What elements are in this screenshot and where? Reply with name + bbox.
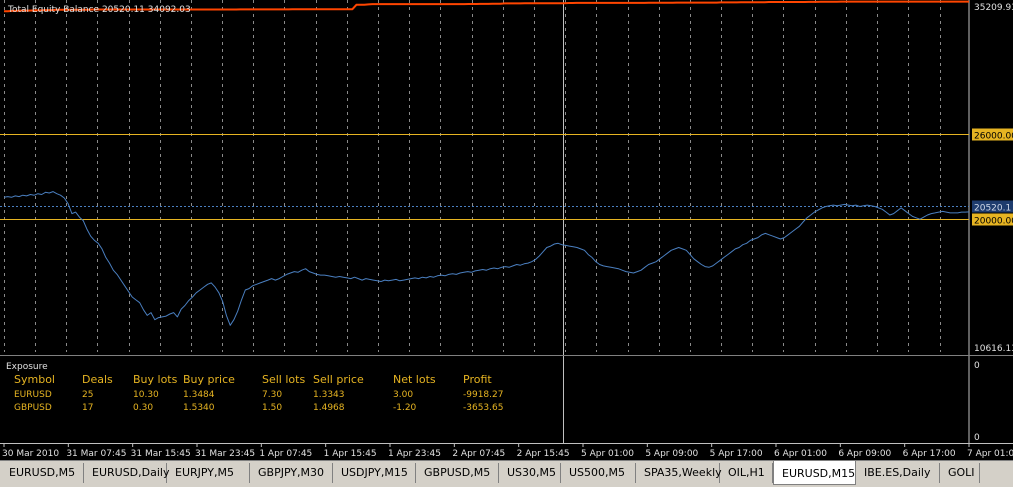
exposure-cell: 25 xyxy=(82,390,93,400)
exposure-cell: 3.00 xyxy=(393,390,413,400)
chart-tab-bar: EURUSD,M5 EURUSD,Daily EURJPY,M5 GBPJPY,M30… xyxy=(0,460,1013,486)
level-label: 20000.00 xyxy=(972,213,1013,227)
time-label: 31 Mar 07:45 xyxy=(66,449,126,459)
exposure-cell: 1.50 xyxy=(262,403,282,413)
equity-chart[interactable]: 26000.00 20000.00 20520.1 35209.93 10616.13 T… xyxy=(0,0,1013,355)
chart-tab[interactable]: SPA35,Weekly xyxy=(636,463,722,483)
exposure-cell: 1.5340 xyxy=(183,403,215,413)
exposure-header: Deals xyxy=(82,373,113,386)
chart-tab[interactable]: IBE.ES,Daily xyxy=(856,463,940,483)
time-label: 1 Apr 23:45 xyxy=(388,449,441,459)
time-label: 1 Apr 07:45 xyxy=(259,449,312,459)
chart-tab[interactable]: GBPUSD,M5 xyxy=(416,463,499,483)
price-axis-max: 35209.93 xyxy=(974,3,1013,13)
chart-tab[interactable]: EURUSD,M15 xyxy=(773,461,856,485)
chart-tab[interactable]: EURUSD,M5 xyxy=(1,463,84,483)
time-label: 5 Apr 01:00 xyxy=(581,449,634,459)
level-label-text: 26000.00 xyxy=(974,132,1013,142)
exposure-cell: 1.3484 xyxy=(183,390,215,400)
equity-line xyxy=(3,191,970,326)
time-label: 2 Apr 07:45 xyxy=(452,449,505,459)
time-label: 1 Apr 15:45 xyxy=(324,449,377,459)
time-label: 5 Apr 09:00 xyxy=(645,449,698,459)
time-label: 31 Mar 15:45 xyxy=(131,449,191,459)
exposure-cell: GBPUSD xyxy=(14,403,52,413)
exposure-cell: 0.30 xyxy=(133,403,153,413)
time-label: 2 Apr 15:45 xyxy=(517,449,570,459)
exposure-cell: 7.30 xyxy=(262,390,282,400)
exposure-axis-bottom: 0 xyxy=(974,433,980,443)
exposure-cell: 1.3343 xyxy=(313,390,345,400)
chart-tab[interactable]: US500,M5 xyxy=(561,463,636,483)
exposure-header: Symbol xyxy=(14,373,55,386)
indicator-title: Total Equity Balance 20520.11 34092.03 xyxy=(7,5,191,15)
time-label: 6 Apr 09:00 xyxy=(838,449,891,459)
chart-tab[interactable]: GBPJPY,M30 xyxy=(250,463,333,483)
exposure-header: Profit xyxy=(463,373,492,386)
chart-tab[interactable]: EURJPY,M5 xyxy=(167,463,250,483)
chart-tab[interactable]: EURUSD,Daily xyxy=(84,463,169,483)
time-label: 7 Apr 01:00 xyxy=(967,449,1013,459)
exposure-axis-top: 0 xyxy=(974,361,980,371)
price-axis-min: 10616.13 xyxy=(974,344,1013,354)
exposure-cell: -3653.65 xyxy=(463,403,503,413)
exposure-header: Buy lots xyxy=(133,373,178,386)
exposure-cell: -1.20 xyxy=(393,403,417,413)
exposure-header: Sell price xyxy=(313,373,364,386)
time-axis: 30 Mar 2010 31 Mar 07:45 31 Mar 15:45 31 Ma… xyxy=(0,443,1013,460)
exposure-cell: 17 xyxy=(82,403,93,413)
level-label-text: 20000.00 xyxy=(974,217,1013,227)
exposure-header: Buy price xyxy=(183,373,235,386)
time-label: 30 Mar 2010 xyxy=(2,449,59,459)
chart-tab[interactable]: OIL,H1 xyxy=(720,463,773,483)
time-label: 6 Apr 17:00 xyxy=(903,449,956,459)
exposure-panel: 0 0 Exposure Symbol Deals Buy lots Buy price Se… xyxy=(0,355,1013,444)
time-label: 31 Mar 23:45 xyxy=(195,449,255,459)
chart-canvas[interactable]: 26000.00 20000.00 20520.1 35209.93 10616.13 T… xyxy=(0,0,1013,355)
time-label: 6 Apr 01:00 xyxy=(774,449,827,459)
chart-tab[interactable]: US30,M5 xyxy=(499,463,561,483)
exposure-cell: EURUSD xyxy=(14,390,52,400)
time-label: 5 Apr 17:00 xyxy=(710,449,763,459)
exposure-title: Exposure xyxy=(6,362,48,372)
chart-tab[interactable]: USDJPY,M15 xyxy=(333,463,416,483)
exposure-cell: 1.4968 xyxy=(313,403,345,413)
time-axis-canvas: 30 Mar 2010 31 Mar 07:45 31 Mar 15:45 31 Ma… xyxy=(0,443,1013,459)
current-equity-label: 20520.1 xyxy=(974,204,1011,214)
exposure-header: Sell lots xyxy=(262,373,305,386)
exposure-cell: -9918.27 xyxy=(463,390,503,400)
exposure-cell: 10.30 xyxy=(133,390,159,400)
exposure-canvas: 0 0 ExposureSymbol Deals Buy lots Buy price Se… xyxy=(6,356,980,444)
chart-tab[interactable]: GOLI xyxy=(940,463,980,483)
exposure-header: Net lots xyxy=(393,373,436,386)
level-label: 26000.00 xyxy=(972,128,1013,142)
